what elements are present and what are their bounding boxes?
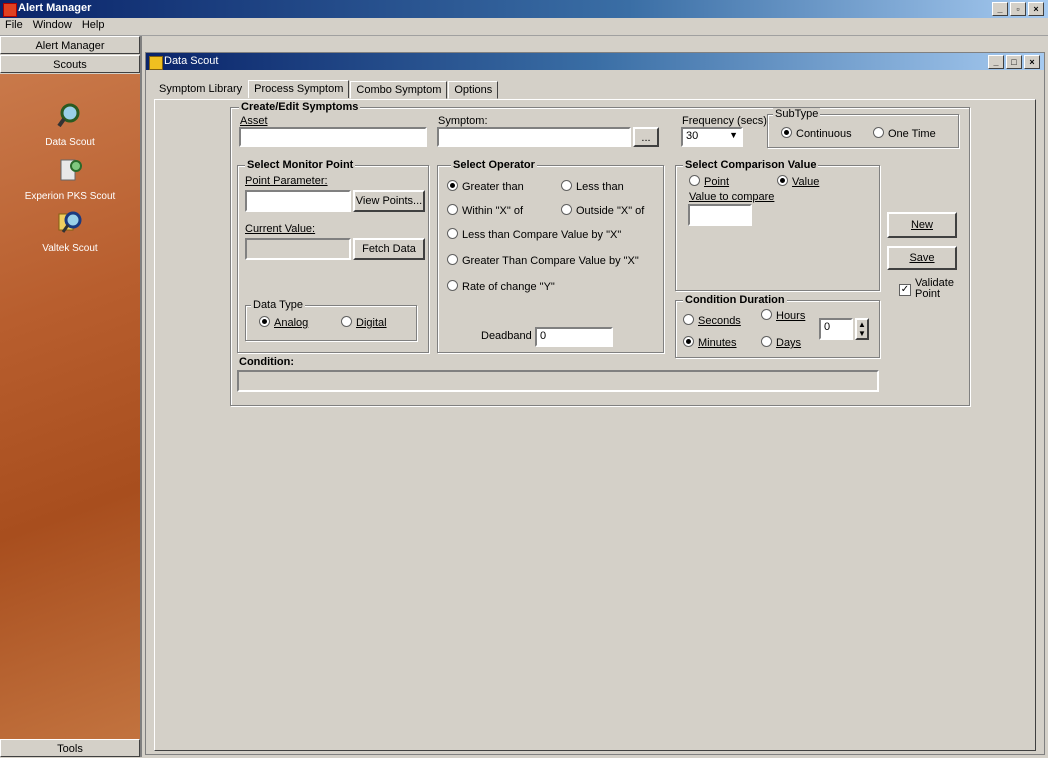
- child-maximize-icon[interactable]: □: [1006, 55, 1022, 69]
- fetch-data-button[interactable]: Fetch Data: [353, 238, 425, 260]
- new-button[interactable]: New: [887, 212, 957, 238]
- monitor-point-title: Select Monitor Point: [245, 159, 356, 171]
- symptom-browse-button[interactable]: ...: [633, 127, 659, 147]
- comparison-title: Select Comparison Value: [683, 159, 819, 171]
- frequency-value: 30: [686, 130, 699, 142]
- data-scout-window: Data Scout _ □ × Symptom Library Process…: [145, 52, 1045, 755]
- tab-combo-symptom[interactable]: Combo Symptom: [350, 81, 448, 99]
- value-to-compare-input[interactable]: [688, 204, 752, 226]
- data-type-title: Data Type: [251, 299, 305, 311]
- sidebar-item-label: Data Scout: [45, 137, 95, 148]
- dur-seconds-radio[interactable]: Seconds: [683, 314, 741, 327]
- validate-point-checkbox[interactable]: ✓: [899, 284, 911, 296]
- symptom-input[interactable]: [437, 127, 631, 147]
- cmp-point-radio[interactable]: Point: [689, 175, 729, 188]
- digital-radio[interactable]: Digital: [341, 316, 387, 329]
- deadband-label: Deadband =: [481, 330, 542, 342]
- child-close-icon[interactable]: ×: [1024, 55, 1040, 69]
- menu-file[interactable]: File: [0, 18, 28, 32]
- current-value-label: Current Value:: [245, 223, 316, 235]
- sidebar-footer-tools[interactable]: Tools: [0, 739, 140, 757]
- current-value-field: [245, 238, 351, 260]
- duration-title: Condition Duration: [683, 294, 787, 306]
- menu-help[interactable]: Help: [77, 18, 110, 32]
- child-minimize-icon[interactable]: _: [988, 55, 1004, 69]
- app-title: Alert Manager: [18, 2, 92, 14]
- tab-strip: Symptom Library Process Symptom Combo Sy…: [154, 80, 499, 99]
- app-icon: [3, 3, 17, 17]
- deadband-input[interactable]: 0: [535, 327, 613, 347]
- op-less-compare-radio[interactable]: Less than Compare Value by "X": [447, 228, 621, 241]
- data-scout-window-icon: [149, 56, 163, 70]
- create-edit-title: Create/Edit Symptoms: [239, 101, 361, 113]
- condition-field: [237, 370, 879, 392]
- analog-radio[interactable]: Analog: [259, 316, 308, 329]
- sidebar-header-scouts[interactable]: Scouts: [0, 55, 140, 73]
- asset-label: Asset: [240, 115, 268, 127]
- save-button[interactable]: Save: [887, 246, 957, 270]
- condition-label: Condition:: [237, 356, 296, 368]
- sidebar-item-label: Valtek Scout: [42, 243, 98, 254]
- op-greater-radio[interactable]: Greater than: [447, 180, 524, 193]
- point-parameter-label: Point Parameter:: [245, 175, 328, 187]
- sidebar-item-data-scout[interactable]: Data Scout: [0, 102, 140, 148]
- op-rate-radio[interactable]: Rate of change "Y": [447, 280, 555, 293]
- minimize-icon[interactable]: _: [992, 2, 1008, 16]
- child-titlebar: Data Scout _ □ ×: [146, 53, 1044, 70]
- app-titlebar: Alert Manager _ ▫ ×: [0, 0, 1048, 18]
- sidebar-item-experion-pks-scout[interactable]: Experion PKS Scout: [0, 156, 140, 202]
- operator-title: Select Operator: [451, 159, 537, 171]
- dur-minutes-radio[interactable]: Minutes: [683, 336, 737, 349]
- close-icon[interactable]: ×: [1028, 2, 1044, 16]
- dur-days-radio[interactable]: Days: [761, 336, 801, 349]
- symptom-label: Symptom:: [438, 115, 488, 127]
- subtype-onetime-radio[interactable]: One Time: [873, 127, 936, 140]
- valtek-scout-icon: [58, 211, 82, 233]
- subtype-title: SubType: [773, 108, 821, 120]
- restore-icon[interactable]: ▫: [1010, 2, 1026, 16]
- dur-hours-radio[interactable]: Hours: [761, 309, 805, 322]
- tab-process-symptom[interactable]: Process Symptom: [248, 80, 350, 98]
- child-title: Data Scout: [164, 55, 219, 67]
- subtype-continuous-radio[interactable]: Continuous: [781, 127, 852, 140]
- value-to-compare-label: Value to compare: [689, 191, 775, 203]
- tab-symptom-library[interactable]: Symptom Library: [154, 81, 248, 99]
- validate-point-label: Validate Point: [915, 277, 954, 300]
- spin-down-icon[interactable]: ▼: [858, 329, 866, 338]
- sidebar: Alert Manager Scouts Data Scout Experion…: [0, 36, 142, 757]
- duration-spinner[interactable]: ▲ ▼: [855, 318, 869, 340]
- scouts-panel: Data Scout Experion PKS Scout Valtek Sco…: [0, 74, 140, 739]
- sidebar-item-valtek-scout[interactable]: Valtek Scout: [0, 208, 140, 254]
- point-parameter-input[interactable]: [245, 190, 351, 212]
- frequency-select[interactable]: 30 ▼: [681, 127, 743, 147]
- op-within-radio[interactable]: Within "X" of: [447, 204, 523, 217]
- tab-options[interactable]: Options: [448, 81, 499, 99]
- sidebar-item-label: Experion PKS Scout: [24, 191, 116, 202]
- cmp-value-radio[interactable]: Value: [777, 175, 819, 188]
- asset-input[interactable]: [239, 127, 427, 147]
- experion-scout-icon: [60, 159, 82, 181]
- op-outside-radio[interactable]: Outside "X" of: [561, 204, 644, 217]
- process-symptom-page: Create/Edit Symptoms Asset Symptom: ... …: [154, 99, 1036, 751]
- spin-up-icon[interactable]: ▲: [858, 320, 866, 329]
- menu-window[interactable]: Window: [28, 18, 77, 32]
- chevron-down-icon: ▼: [729, 130, 738, 140]
- op-greater-compare-radio[interactable]: Greater Than Compare Value by "X": [447, 254, 639, 267]
- frequency-label: Frequency (secs):: [682, 115, 771, 127]
- op-less-radio[interactable]: Less than: [561, 180, 624, 193]
- magnifier-icon: [57, 103, 80, 128]
- sidebar-header-alert-manager[interactable]: Alert Manager: [0, 36, 140, 54]
- menu-bar: File Window Help: [0, 18, 1048, 36]
- duration-input[interactable]: 0: [819, 318, 853, 340]
- view-points-button[interactable]: View Points...: [353, 190, 425, 212]
